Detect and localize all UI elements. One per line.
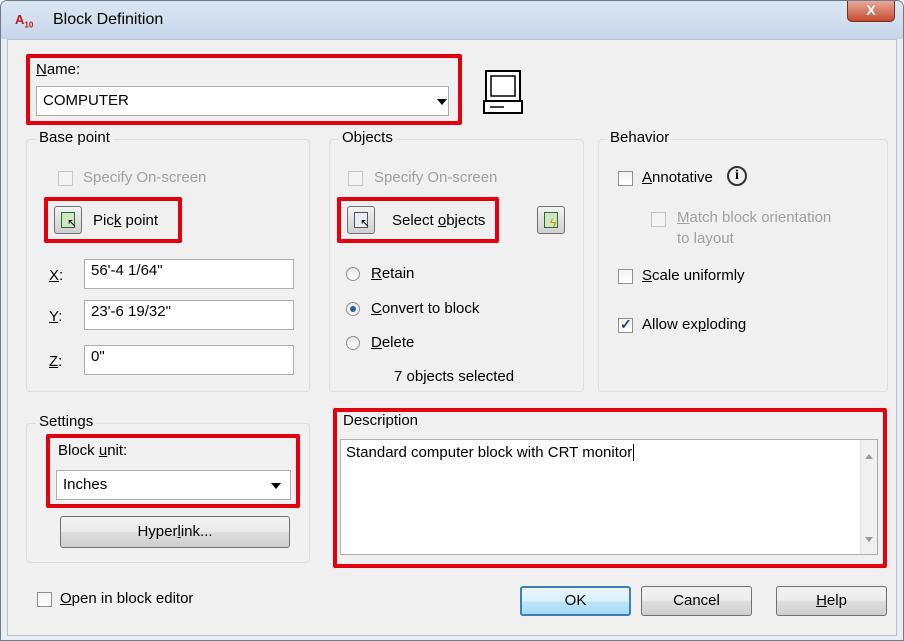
settings-title: Settings [36,413,97,430]
select-objects-label[interactable]: Select objects [392,212,485,229]
allow-exploding-label[interactable]: Allow exploding [642,316,746,333]
x-field[interactable]: 56'-4 1/64" [84,259,294,289]
z-field[interactable]: 0" [84,345,294,375]
objects-specify-label: Specify On-screen [374,169,498,186]
open-block-editor-checkbox[interactable] [37,592,52,607]
name-value: COMPUTER [43,92,129,109]
delete-radio[interactable] [346,336,360,350]
select-objects-button[interactable]: ↖ [347,206,375,234]
window-title: Block Definition [53,11,164,28]
objects-title: Objects [339,129,396,146]
z-label: Z: [49,353,63,370]
annotative-label[interactable]: Annotative [642,169,713,186]
name-combobox[interactable]: COMPUTER [36,86,449,116]
x-label: X: [49,267,64,284]
block-unit-combobox[interactable]: Inches [56,470,291,500]
quick-select-button[interactable]: ϟ [537,206,565,234]
pick-point-button[interactable]: ↖ [54,206,82,234]
description-value: Standard computer block with CRT monitor [346,444,633,461]
scroll-up-icon[interactable] [865,454,873,459]
behavior-title: Behavior [607,129,673,146]
retain-radio[interactable] [346,267,360,281]
objects-selected-count: 7 objects selected [394,368,515,385]
chevron-down-icon[interactable] [271,483,281,489]
text-cursor [633,444,635,461]
objects-specify-checkbox[interactable] [348,171,363,186]
match-orientation-label-line2: to layout [677,230,734,247]
dialog-body: Name: COMPUTER Base point Specify On-scr… [7,39,897,636]
open-block-editor-label[interactable]: Open in block editor [60,590,193,607]
block-unit-label: Block unit: [58,442,128,459]
title-bar: A10 Block Definition X [1,1,903,39]
name-label: Name: [36,61,81,78]
annotative-checkbox[interactable] [618,171,633,186]
base-specify-label: Specify On-screen [83,169,207,186]
base-point-title: Base point [36,129,113,146]
block-definition-dialog: A10 Block Definition X Name: COMPUTER Ba… [0,0,904,641]
description-scrollbar[interactable] [860,440,877,554]
chevron-down-icon[interactable] [437,99,447,105]
description-title: Description [343,412,419,429]
hyperlink-button[interactable]: Hyperlink... [60,516,290,548]
block-unit-value: Inches [63,476,108,493]
scale-uniformly-label[interactable]: Scale uniformly [642,267,745,284]
help-button[interactable]: Help [776,586,887,616]
allow-exploding-checkbox[interactable]: ✓ [618,316,633,333]
y-value: 23'-6 19/32" [91,303,171,320]
base-specify-checkbox[interactable] [58,171,73,186]
y-label: Y: [49,308,63,325]
z-value: 0" [91,348,105,365]
autocad-app-icon: A10 [15,12,34,30]
pick-point-label[interactable]: Pick point [93,212,158,229]
cursor-arrow-icon: ↖ [67,216,78,230]
scroll-down-icon[interactable] [865,537,873,542]
x-value: 56'-4 1/64" [91,262,163,279]
match-orientation-checkbox[interactable] [651,212,666,227]
ok-button[interactable]: OK [520,586,631,616]
cursor-arrow-icon: ↖ [360,216,371,230]
checkmark-icon: ✓ [620,316,632,332]
cancel-button[interactable]: Cancel [641,586,752,616]
match-orientation-label: Match block orientation [677,209,832,226]
info-icon[interactable]: i [727,166,747,186]
close-button[interactable]: X [847,1,895,22]
description-textarea[interactable]: Standard computer block with CRT monitor [340,439,878,555]
retain-label[interactable]: Retain [371,265,414,282]
radio-selected-dot [350,306,356,312]
block-preview-icon [483,70,523,114]
scale-uniformly-checkbox[interactable] [618,269,633,284]
y-field[interactable]: 23'-6 19/32" [84,300,294,330]
delete-label[interactable]: Delete [371,334,414,351]
convert-radio[interactable] [346,302,360,316]
convert-label[interactable]: Convert to block [371,300,479,317]
lightning-icon: ϟ [550,216,557,230]
